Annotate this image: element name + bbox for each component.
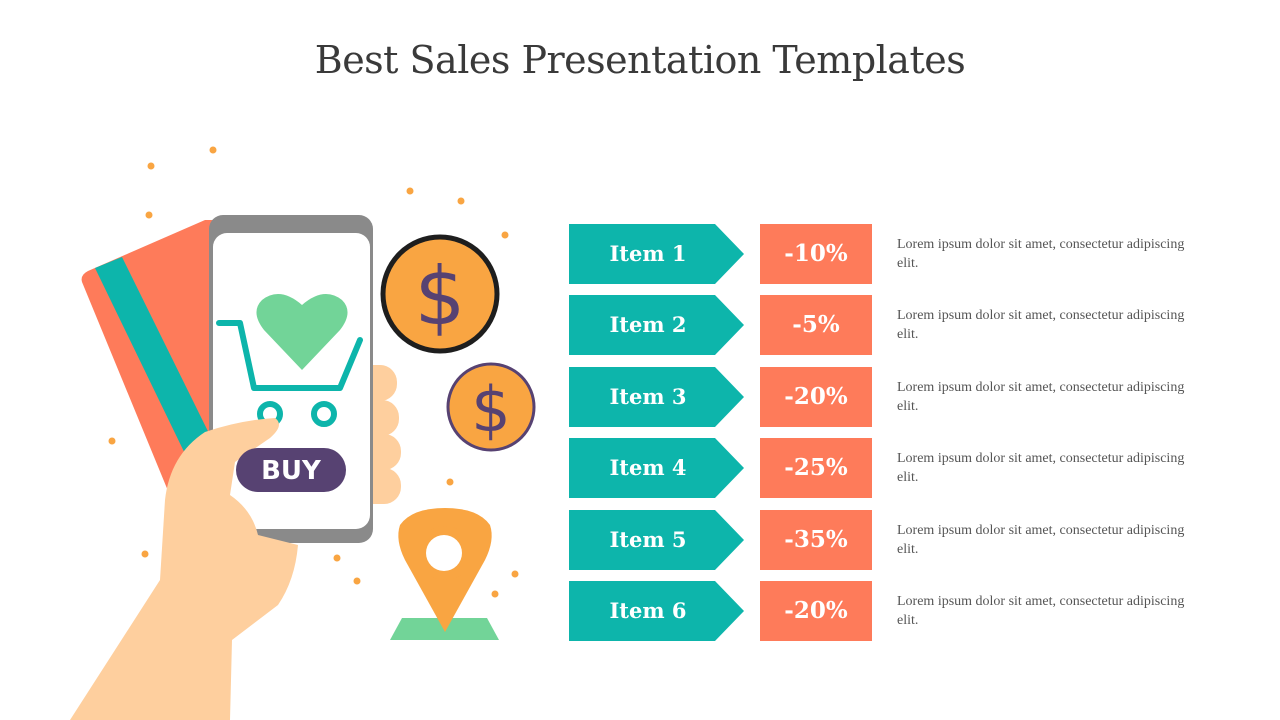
shopping-illustration: BUY $ $ [70,146,536,720]
phone-icon [209,215,373,543]
item-description: Lorem ipsum dolor sit amet, consectetur … [897,308,1185,342]
coin-icon-small: $ [446,362,536,452]
item-row: Item 3 -20% Lorem ipsum dolor sit amet, … [569,367,1209,427]
discount-badge: -35% [760,510,872,570]
buy-button-label: BUY [261,456,322,486]
discount-badge: -20% [760,581,872,641]
item-tag: Item 1 [569,224,744,284]
item-description: Lorem ipsum dolor sit amet, consectetur … [897,237,1185,271]
item-row: Item 6 -20% Lorem ipsum dolor sit amet, … [569,581,1209,641]
item-label: Item 2 [609,312,687,337]
item-label: Item 4 [609,455,687,480]
discount-badge: -25% [760,438,872,498]
item-row: Item 4 -25% Lorem ipsum dolor sit amet, … [569,438,1209,498]
item-row: Item 5 -35% Lorem ipsum dolor sit amet, … [569,510,1209,570]
item-description: Lorem ipsum dolor sit amet, consectetur … [897,594,1185,628]
item-tag: Item 3 [569,367,744,427]
item-label: Item 3 [609,384,687,409]
item-tag: Item 2 [569,295,744,355]
discount-badge: -5% [760,295,872,355]
location-pin-icon [390,508,499,640]
discount-badge: -20% [760,367,872,427]
item-tag: Item 5 [569,510,744,570]
item-tag: Item 6 [569,581,744,641]
item-tag: Item 4 [569,438,744,498]
item-label: Item 6 [609,598,687,623]
item-description: Lorem ipsum dolor sit amet, consectetur … [897,523,1185,557]
item-row: Item 1 -10% Lorem ipsum dolor sit amet, … [569,224,1209,284]
item-description: Lorem ipsum dolor sit amet, consectetur … [897,380,1185,414]
coin-icon-large: $ [380,234,500,354]
item-row: Item 2 -5% Lorem ipsum dolor sit amet, c… [569,295,1209,355]
dollar-icon: $ [415,250,466,343]
item-description: Lorem ipsum dolor sit amet, consectetur … [897,451,1185,485]
item-label: Item 1 [609,241,687,266]
dollar-icon: $ [471,373,510,446]
discount-badge: -10% [760,224,872,284]
item-label: Item 5 [609,527,687,552]
